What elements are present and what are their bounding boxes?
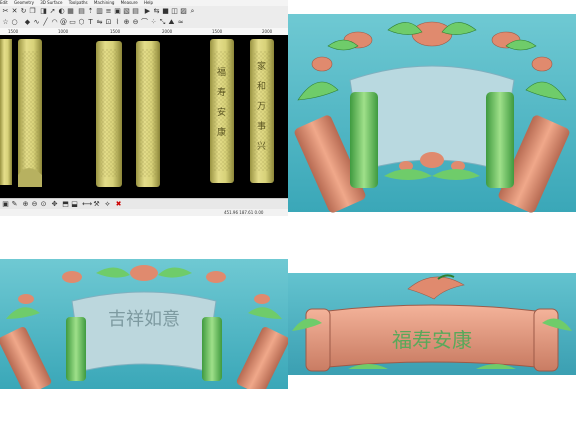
list-icon[interactable]: ▤ [132,8,139,15]
join-icon[interactable]: ⊕ [123,19,130,26]
menu-edit[interactable]: Edit [0,0,8,5]
stop-icon[interactable]: ■ [162,8,169,15]
break-icon[interactable]: ⊖ [132,19,139,26]
menu-machining[interactable]: Machining [94,0,114,5]
scroll-banner-relief-image: 福寿安康 [288,273,576,375]
delete-icon[interactable]: ✖ [115,201,122,208]
menu-toolpaths[interactable]: Toolpaths [69,0,88,5]
svg-text:事: 事 [257,120,266,132]
line-icon[interactable]: ╱ [42,19,49,26]
ruler-tick: 2000 [162,29,173,34]
pointer-icon[interactable]: ➚ [49,8,56,15]
relief-render-top-right [288,0,576,216]
pan-icon[interactable]: ✥ [51,201,58,208]
ruler-tick: 1000 [58,29,69,34]
node-edit-icon[interactable]: ⟡ [104,201,111,208]
shade-icon[interactable]: ◐ [58,8,65,15]
trim-icon[interactable]: ⌇ [114,19,121,26]
smooth-icon[interactable]: ≈ [177,19,184,26]
design-viewport[interactable]: 福寿安康 家和万事兴 [0,35,288,198]
close-icon[interactable]: ✕ [11,8,18,15]
svg-text:安: 安 [217,106,226,118]
arch-characters: 吉祥如意 [108,309,180,330]
move-icon[interactable]: ⇆ [153,8,160,15]
frame-icon[interactable]: ▣ [114,8,121,15]
arch-relief-with-text-image: 吉祥如意 [0,259,288,389]
play-icon[interactable]: ▶ [144,8,151,15]
arc-icon[interactable]: ◠ [51,19,58,26]
star-icon[interactable]: ☆ [2,19,9,26]
layer-down-icon[interactable]: ⬓ [71,201,78,208]
menu-measure[interactable]: Measure [121,0,138,5]
scale-icon[interactable]: ⤡ [159,19,166,26]
svg-text:兴: 兴 [257,141,266,152]
svg-text:家: 家 [257,60,266,72]
cursor-coordinates: 451.96 187.61 0.00 [224,210,264,215]
arch-relief-image [288,14,576,213]
tool-icon[interactable]: ⚒ [93,201,100,208]
status-bar: 451.96 187.61 0.00 [0,209,288,216]
zoom-in-icon[interactable]: ⊕ [22,201,29,208]
panel-icon[interactable]: ▧ [123,8,130,15]
menu-3d-surface[interactable]: 3D Surface [40,0,62,5]
node-icon[interactable]: ◆ [24,19,31,26]
copy-icon[interactable]: ❐ [29,8,36,15]
app-window: Edit Geometry 3D Surface Toolpaths Machi… [0,0,289,216]
measure-icon[interactable]: ⟷ [82,201,92,208]
pillars-relief-preview: 福寿安康 家和万事兴 [0,39,274,187]
svg-text:康: 康 [217,126,226,138]
grid-icon[interactable]: ▦ [67,8,74,15]
image-icon[interactable]: ▨ [180,8,187,15]
curve-icon[interactable]: ∿ [33,19,40,26]
cut-icon[interactable]: ✂ [2,8,9,15]
relief-icon[interactable]: ⛰ [168,19,175,26]
fillet-icon[interactable]: ⌒ [141,19,148,26]
zoom-out-icon[interactable]: ⊖ [31,201,38,208]
svg-text:寿: 寿 [217,86,226,98]
circle-icon[interactable]: ○ [11,19,18,26]
fit-icon[interactable]: ⊙ [40,201,47,208]
layer-icon[interactable]: ▤ [78,8,85,15]
relief-render-bottom-right: 福寿安康 [288,259,576,389]
draw-icon[interactable]: ✎ [11,201,18,208]
ruler-tick: 2000 [262,29,273,34]
svg-text:和: 和 [257,81,266,92]
svg-text:万: 万 [257,102,266,112]
layer-up-icon[interactable]: ⬒ [62,201,69,208]
mirror-icon[interactable]: ⇋ [96,19,103,26]
polygon-icon[interactable]: ⬡ [78,19,85,26]
rect-icon[interactable]: ▭ [69,19,76,26]
array-icon[interactable]: ⁘ [150,19,157,26]
banner-characters: 福寿安康 [392,328,472,352]
svg-text:福: 福 [217,66,226,78]
ruler-tick: 1500 [110,29,121,34]
view-icon[interactable]: ◨ [40,8,47,15]
select-icon[interactable]: ▣ [2,201,9,208]
text-icon[interactable]: T [87,19,94,26]
ruler-tick: 1500 [212,29,223,34]
menu-geometry[interactable]: Geometry [14,0,34,5]
spiral-icon[interactable]: @ [60,19,67,26]
align-icon[interactable]: ≡ [105,8,112,15]
offset-icon[interactable]: ⊡ [105,19,112,26]
table-icon[interactable]: ▥ [96,8,103,15]
relief-render-bottom-left: 吉祥如意 [0,259,288,389]
render-icon[interactable]: ◫ [171,8,178,15]
arrow-up-icon[interactable]: ⇡ [87,8,94,15]
ruler-tick: 1500 [8,29,19,34]
zoom-icon[interactable]: ⌕ [189,8,196,15]
menu-help[interactable]: Help [144,0,153,5]
rotate-icon[interactable]: ↻ [20,8,27,15]
